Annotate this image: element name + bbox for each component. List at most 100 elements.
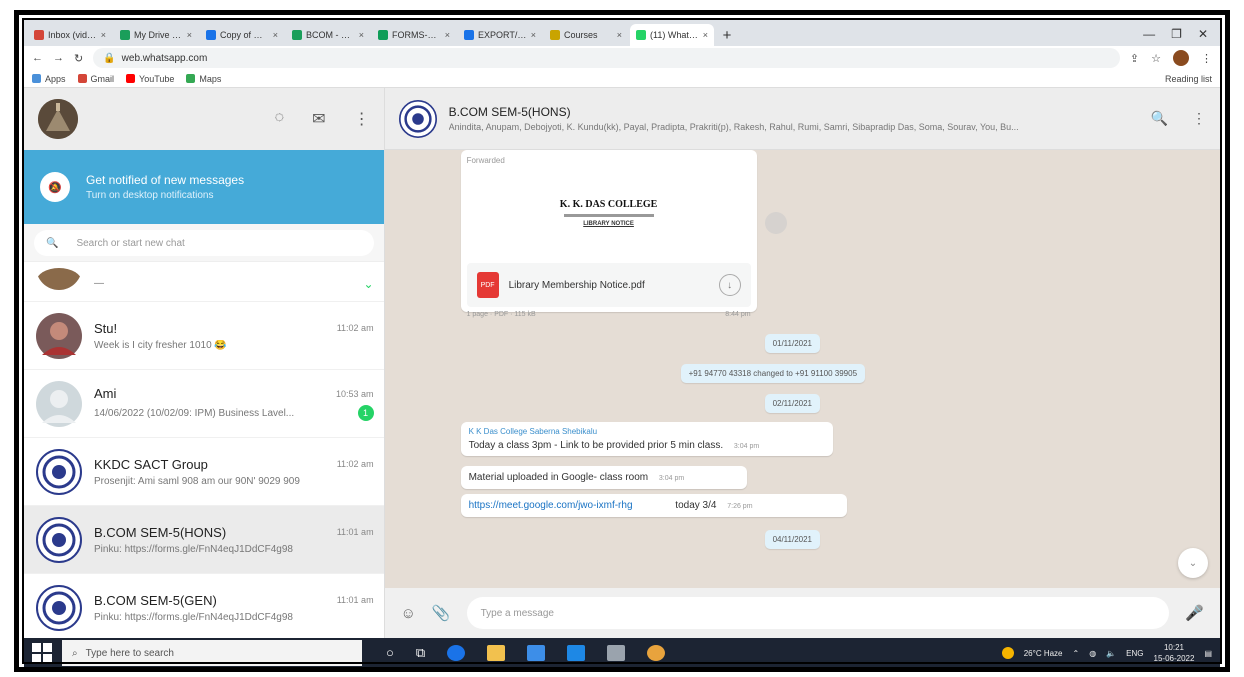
tab-favicon-icon	[206, 30, 216, 40]
menu-icon[interactable]: ⋮	[1192, 110, 1206, 127]
language-indicator[interactable]: ENG	[1126, 649, 1143, 658]
store-icon[interactable]	[527, 645, 546, 661]
chat-top-row: B.COM SEM-5(GEN) 11:01 am	[94, 593, 374, 608]
app-icon[interactable]	[607, 645, 626, 661]
forward-icon[interactable]	[764, 212, 787, 234]
emoji-icon[interactable]: ☺	[401, 605, 416, 622]
mail-icon[interactable]	[567, 645, 586, 661]
file-explorer-icon[interactable]	[487, 645, 506, 661]
bookmark-item[interactable]: Gmail	[77, 74, 114, 84]
new-tab-button[interactable]: +	[716, 24, 738, 46]
tab-close-icon[interactable]: ×	[273, 30, 278, 40]
share-icon[interactable]: ⇪	[1130, 52, 1139, 65]
cortana-icon[interactable]: ○	[386, 645, 394, 661]
browser-tab[interactable]: Inbox (vidyut... ×	[28, 24, 112, 46]
close-icon[interactable]: ✕	[1198, 27, 1208, 41]
attach-icon[interactable]: 📎	[432, 604, 451, 622]
menu-dots-icon[interactable]: ⋮	[1201, 52, 1212, 65]
tab-close-icon[interactable]: ×	[359, 30, 364, 40]
message-text: Today a class 3pm - Link to be provided …	[468, 440, 724, 451]
tab-close-icon[interactable]: ×	[617, 30, 622, 40]
message-input[interactable]: Type a message	[466, 597, 1170, 629]
download-icon[interactable]: ↓	[718, 274, 741, 296]
document-preview[interactable]: K. K. DAS COLLEGE LIBRARY NOTICE	[466, 169, 751, 257]
taskbar-search[interactable]: ⌕ Type here to search	[62, 640, 362, 666]
maximize-icon[interactable]: ❐	[1171, 27, 1182, 41]
browser-tab[interactable]: (11) WhatsA... ×	[630, 24, 714, 46]
scroll-down-icon[interactable]: ⌄	[1178, 548, 1208, 578]
chat-list-item[interactable]: KKDC SACT Group 11:02 am Prosenjit: Ami sa…	[24, 438, 384, 506]
clock[interactable]: 10:21 15-06-2022	[1154, 642, 1195, 664]
weather-icon[interactable]	[1001, 647, 1014, 659]
tab-close-icon[interactable]: ×	[703, 30, 708, 40]
message-sender[interactable]: K K Das College Saberna Shebikalu	[469, 427, 825, 436]
chat-search-input[interactable]: 🔍 Search or start new chat	[34, 230, 374, 256]
chrome-icon[interactable]	[647, 645, 666, 661]
chat-search-bar: 🔍 Search or start new chat	[24, 224, 384, 262]
tab-close-icon[interactable]: ×	[187, 30, 192, 40]
bookmark-item[interactable]: Apps	[32, 74, 66, 84]
browser-tab[interactable]: FORMS-NEW... ×	[372, 24, 456, 46]
chat-sidebar: ◌ ✉ ⋮ 🔕 Get notified of new messages Tur…	[24, 88, 385, 638]
text-message: https://meet.google.com/jwo-ixmf-rhg tod…	[460, 494, 847, 517]
speaker-icon[interactable]: 🔈	[1106, 649, 1116, 658]
forward-icon[interactable]: →	[53, 52, 64, 64]
windows-start-icon[interactable]	[32, 643, 52, 663]
chat-top-row: Ami 10:53 am	[94, 386, 374, 401]
reload-icon[interactable]: ↻	[74, 52, 83, 65]
minimize-icon[interactable]: —	[1143, 27, 1155, 41]
chat-photo-icon	[36, 267, 82, 290]
network-icon[interactable]: ◍	[1089, 649, 1096, 658]
bookmark-label: Apps	[45, 73, 66, 84]
avatar	[36, 380, 82, 427]
chat-bottom-row: Pinku: https://forms.gle/FnN4eqJ1DdCF4g9…	[94, 612, 374, 623]
chat-list-item[interactable]: Stu! 11:02 am Week is I city fresher 1010 …	[24, 302, 384, 370]
list-item[interactable]: — ⌄	[24, 262, 384, 302]
tab-close-icon[interactable]: ×	[445, 30, 450, 40]
tab-close-icon[interactable]: ×	[101, 30, 106, 40]
weather-text[interactable]: 26°C Haze	[1024, 649, 1063, 658]
browser-tab[interactable]: EXPORT/CP... ×	[458, 24, 542, 46]
chat-top-row: KKDC SACT Group 11:02 am	[94, 457, 374, 472]
back-icon[interactable]: ←	[32, 52, 43, 64]
bookmark-item[interactable]: Maps	[186, 74, 221, 84]
url-field[interactable]: 🔒 web.whatsapp.com	[93, 48, 1120, 68]
document-meta: 1 page · PDF · 115 kB 8:44 pm	[467, 311, 751, 318]
bookmark-item[interactable]: YouTube	[126, 74, 174, 84]
new-chat-icon[interactable]: ✉	[312, 109, 325, 129]
browser-tab[interactable]: Courses ×	[544, 24, 628, 46]
reading-list-button[interactable]: Reading list	[1165, 74, 1212, 84]
bookmark-star-icon[interactable]: ☆	[1151, 52, 1161, 65]
chat-bottom: — ⌄	[94, 277, 374, 291]
browser-tab[interactable]: Copy of GCC... ×	[200, 24, 284, 46]
status-icon[interactable]: ◌	[275, 109, 285, 129]
browser-tab[interactable]: My Drive - Go... ×	[114, 24, 198, 46]
chat-list-item[interactable]: B.COM SEM-5(HONS) 11:01 am Pinku: https://…	[24, 506, 384, 574]
menu-icon[interactable]: ⋮	[354, 109, 370, 129]
document-file-row[interactable]: PDF Library Membership Notice.pdf ↓	[466, 263, 751, 307]
task-view-icon[interactable]: ⧉	[416, 645, 425, 661]
chat-list-item[interactable]: Ami 10:53 am 14/06/2022 (10/02/09: IPM) Bu…	[24, 370, 384, 438]
chat-list-item[interactable]: B.COM SEM-5(GEN) 11:01 am Pinku: https://f…	[24, 574, 384, 638]
notification-banner[interactable]: 🔕 Get notified of new messages Turn on d…	[24, 150, 384, 224]
bookmark-icon	[126, 74, 136, 83]
notifications-icon[interactable]: ▤	[1204, 649, 1212, 658]
profile-avatar[interactable]	[1173, 50, 1189, 66]
tray-arrow-icon[interactable]: ⌃	[1073, 649, 1080, 658]
chevron-down-icon[interactable]: ⌄	[364, 277, 374, 291]
conversation-header[interactable]: B.COM SEM-5(HONS) Anindita, Anupam, Debo…	[384, 88, 1220, 150]
conversation-panel: B.COM SEM-5(HONS) Anindita, Anupam, Debo…	[384, 88, 1220, 638]
group-avatar[interactable]	[398, 99, 437, 138]
avatar	[36, 267, 82, 296]
chat-time: 11:01 am	[336, 595, 374, 605]
tab-close-icon[interactable]: ×	[531, 30, 536, 40]
profile-avatar[interactable]	[38, 99, 78, 139]
search-icon[interactable]: 🔍	[1151, 110, 1168, 127]
edge-icon[interactable]	[447, 645, 466, 661]
message-time: 3:04 pm	[658, 475, 685, 482]
notification-subtitle[interactable]: Turn on desktop notifications	[86, 190, 244, 201]
browser-tab[interactable]: BCOM - Goo... ×	[286, 24, 370, 46]
chat-time: 11:02 am	[336, 323, 374, 333]
microphone-icon[interactable]: 🎤	[1185, 604, 1204, 622]
message-link[interactable]: https://meet.google.com/jwo-ixmf-rhg	[469, 500, 633, 511]
